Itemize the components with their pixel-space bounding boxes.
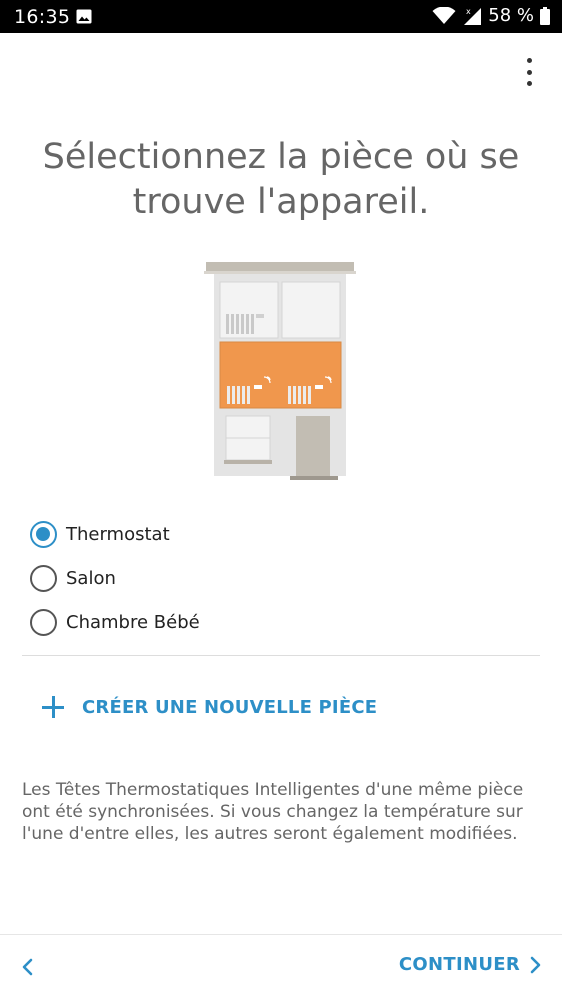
signal-icon: x <box>464 7 482 25</box>
room-label: Salon <box>66 567 116 589</box>
create-room-button[interactable]: CRÉER UNE NOUVELLE PIÈCE <box>42 696 377 718</box>
plus-icon <box>42 696 64 718</box>
create-room-label: CRÉER UNE NOUVELLE PIÈCE <box>82 696 378 718</box>
radio-unchecked[interactable] <box>30 564 57 592</box>
status-time: 16:35 <box>14 6 71 28</box>
room-option-thermostat[interactable]: Thermostat <box>30 512 540 556</box>
room-option-chambre-bebe[interactable]: Chambre Bébé <box>30 600 540 644</box>
house-room-illustration <box>204 262 356 480</box>
chevron-right-icon <box>530 956 541 973</box>
room-option-salon[interactable]: Salon <box>30 556 540 600</box>
continue-button[interactable]: CONTINUER <box>399 954 542 975</box>
status-icons: x 58 % <box>432 5 550 26</box>
radio-unchecked[interactable] <box>30 608 57 636</box>
more-vert-icon[interactable] <box>518 58 540 86</box>
bottom-divider <box>0 934 562 935</box>
image-icon <box>76 9 92 24</box>
continue-label: CONTINUER <box>398 954 520 975</box>
info-text: Les Têtes Thermostatiques Intelligentes … <box>22 780 524 844</box>
room-label: Chambre Bébé <box>66 611 200 633</box>
wifi-icon <box>432 6 456 24</box>
radio-checked[interactable] <box>30 520 57 548</box>
svg-text:x: x <box>466 7 471 16</box>
room-label: Thermostat <box>66 523 170 545</box>
battery-percent: 58 % <box>488 5 534 26</box>
battery-icon <box>540 6 550 25</box>
chevron-left-icon[interactable] <box>16 955 40 979</box>
page-title: Sélectionnez la pièce où se trouve l'app… <box>42 137 520 222</box>
status-bar: 16:35 x 58 % <box>0 0 562 33</box>
room-list: Thermostat Salon Chambre Bébé <box>30 512 540 644</box>
divider <box>22 655 540 656</box>
